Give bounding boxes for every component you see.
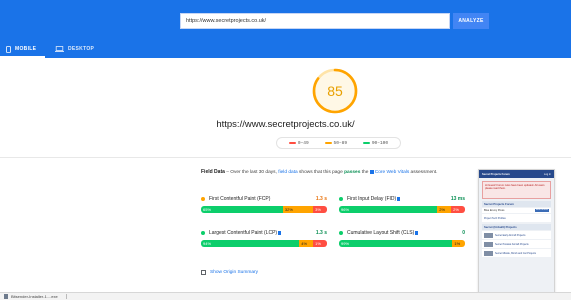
distribution-bar: 96% 2% 2% bbox=[339, 206, 465, 213]
show-origin-summary[interactable]: Show Origin Summary bbox=[201, 270, 258, 275]
page-screenshot-thumbnail: Secret Projects Forum Log in Hi Guest! F… bbox=[478, 169, 555, 300]
metric-value: 1.3 s bbox=[315, 196, 327, 202]
status-dot-green bbox=[201, 231, 205, 235]
metric-cls: Cumulative Layout Shift (CLS) 0 99% 1% bbox=[339, 229, 465, 247]
thumb-section: Secret (Unbuilt) Projects bbox=[482, 224, 551, 230]
analyze-button[interactable]: ANALYZE bbox=[453, 13, 489, 29]
aircraft-thumbnail-icon bbox=[484, 232, 493, 238]
bar-segment-average: 4% bbox=[299, 240, 314, 247]
bar-segment-good: 65% bbox=[201, 206, 283, 213]
bar-segment-good: 96% bbox=[339, 206, 438, 213]
bar-segment-average: 1% bbox=[452, 240, 465, 247]
download-bar: Bitsender-Installer-1....exe bbox=[0, 292, 571, 300]
distribution-bar: 99% 1% bbox=[339, 240, 465, 247]
status-dot-green bbox=[339, 197, 343, 201]
legend-swatch-red bbox=[288, 142, 296, 144]
thumb-login: Log in bbox=[543, 172, 551, 176]
thumb-header: Secret Projects Forum Log in bbox=[479, 170, 554, 178]
field-data-heading: Field Data – Over the last 30 days, fiel… bbox=[201, 169, 471, 176]
bar-segment-poor: 3% bbox=[313, 206, 327, 213]
top-bar: ANALYZE MOBILE DESKTOP bbox=[0, 0, 571, 58]
legend-item-fail: 0–49 bbox=[288, 140, 309, 146]
passes-label: passes bbox=[344, 170, 361, 175]
cwv-flag-icon bbox=[278, 230, 282, 235]
phone-icon bbox=[6, 45, 11, 53]
origin-summary-checkbox[interactable] bbox=[201, 270, 206, 275]
download-item[interactable]: Bitsender-Installer-1....exe bbox=[11, 294, 58, 299]
field-data-link[interactable]: field data bbox=[278, 170, 297, 175]
thumb-entry-title: Secret Postwar Aircraft Projects bbox=[495, 242, 529, 246]
file-icon bbox=[4, 294, 8, 299]
field-text: – Over the last 30 days, bbox=[224, 170, 279, 175]
url-input[interactable] bbox=[180, 13, 450, 29]
thumb-entry-title: Secret Missile, Bomb and Car Projects bbox=[495, 251, 536, 255]
distribution-bar: 65% 32% 3% bbox=[201, 206, 327, 213]
bar-segment-average: 32% bbox=[282, 206, 314, 213]
legend-item-pass: 90–100 bbox=[362, 140, 389, 146]
thumb-entry-title: Secret Early Aircraft Projects bbox=[495, 233, 526, 237]
tab-desktop[interactable]: DESKTOP bbox=[55, 40, 100, 58]
cwv-flag-icon bbox=[415, 230, 419, 235]
cwv-flag-icon bbox=[369, 169, 374, 174]
metric-value: 0 bbox=[462, 230, 465, 236]
metric-name: First Contentful Paint (FCP) bbox=[209, 196, 271, 202]
legend-swatch-orange bbox=[324, 142, 332, 144]
thumb-notice: Hi Guest! Forum rules have been updated.… bbox=[482, 181, 551, 199]
bar-segment-poor: 2% bbox=[451, 206, 465, 213]
thumb-brand: Secret Projects Forum bbox=[482, 172, 510, 176]
metric-value: 13 ms bbox=[450, 196, 465, 202]
legend-item-average: 50–89 bbox=[324, 140, 348, 146]
tab-mobile[interactable]: MOBILE bbox=[0, 40, 45, 58]
legend-label: 90–100 bbox=[371, 140, 389, 146]
metric-name: Cumulative Layout Shift (CLS) bbox=[347, 230, 462, 236]
thumb-subforum: Blue Envoy Press Mark forums bbox=[482, 208, 551, 213]
legend-label: 0–49 bbox=[297, 140, 309, 146]
metric-fcp: First Contentful Paint (FCP) 1.3 s 65% 3… bbox=[201, 195, 327, 213]
thumb-entry-title: Project Tech Profiles bbox=[484, 216, 506, 220]
thumb-entry: Project Tech Profiles bbox=[482, 214, 551, 222]
legend-label: 50–89 bbox=[333, 140, 348, 146]
download-separator bbox=[65, 294, 67, 299]
bar-segment-good: 94% bbox=[201, 240, 300, 247]
score-legend: 0–49 50–89 90–100 bbox=[276, 137, 401, 149]
thumb-entry: Secret Early Aircraft Projects bbox=[482, 231, 551, 239]
bar-segment-poor: 1% bbox=[313, 240, 327, 247]
metric-name: First Input Delay (FID) bbox=[347, 196, 451, 202]
metric-lcp: Largest Contentful Paint (LCP) 1.3 s 94%… bbox=[201, 229, 327, 247]
tab-desktop-label: DESKTOP bbox=[68, 46, 95, 52]
bar-segment-average: 2% bbox=[437, 206, 452, 213]
status-dot-green bbox=[339, 231, 343, 235]
metric-value: 1.3 s bbox=[315, 230, 327, 236]
section-divider bbox=[0, 157, 571, 158]
performance-score: 85 bbox=[327, 83, 343, 99]
cwv-flag-icon bbox=[397, 196, 401, 201]
thumb-mark-button: Mark forums bbox=[534, 209, 549, 212]
thumb-section: Secret Projects Forum bbox=[482, 201, 551, 207]
field-data-title: Field Data bbox=[201, 169, 225, 175]
analyzed-url: https://www.secretprojects.co.uk/ bbox=[216, 119, 355, 130]
tab-mobile-label: MOBILE bbox=[15, 46, 37, 52]
thumb-subforum-title: Blue Envoy Press bbox=[484, 209, 505, 212]
aircraft-thumbnail-icon bbox=[484, 241, 493, 247]
metric-name: Largest Contentful Paint (LCP) bbox=[209, 230, 316, 236]
thumb-entry: Secret Missile, Bomb and Car Projects bbox=[482, 249, 551, 257]
status-dot-orange bbox=[201, 197, 205, 201]
legend-swatch-green bbox=[362, 142, 370, 144]
field-text: the bbox=[360, 170, 370, 175]
field-text: shows that this page bbox=[297, 170, 345, 175]
bar-segment-good: 99% bbox=[339, 240, 453, 247]
distribution-bar: 94% 4% 1% bbox=[201, 240, 327, 247]
origin-summary-label: Show Origin Summary bbox=[210, 270, 258, 275]
missile-thumbnail-icon bbox=[484, 250, 493, 256]
thumb-entry: Secret Postwar Aircraft Projects bbox=[482, 240, 551, 248]
laptop-icon bbox=[55, 46, 64, 52]
core-web-vitals-link[interactable]: Core Web Vitals bbox=[375, 170, 409, 175]
metric-fid: First Input Delay (FID) 13 ms 96% 2% 2% bbox=[339, 195, 465, 213]
field-text: assessment. bbox=[409, 170, 438, 175]
